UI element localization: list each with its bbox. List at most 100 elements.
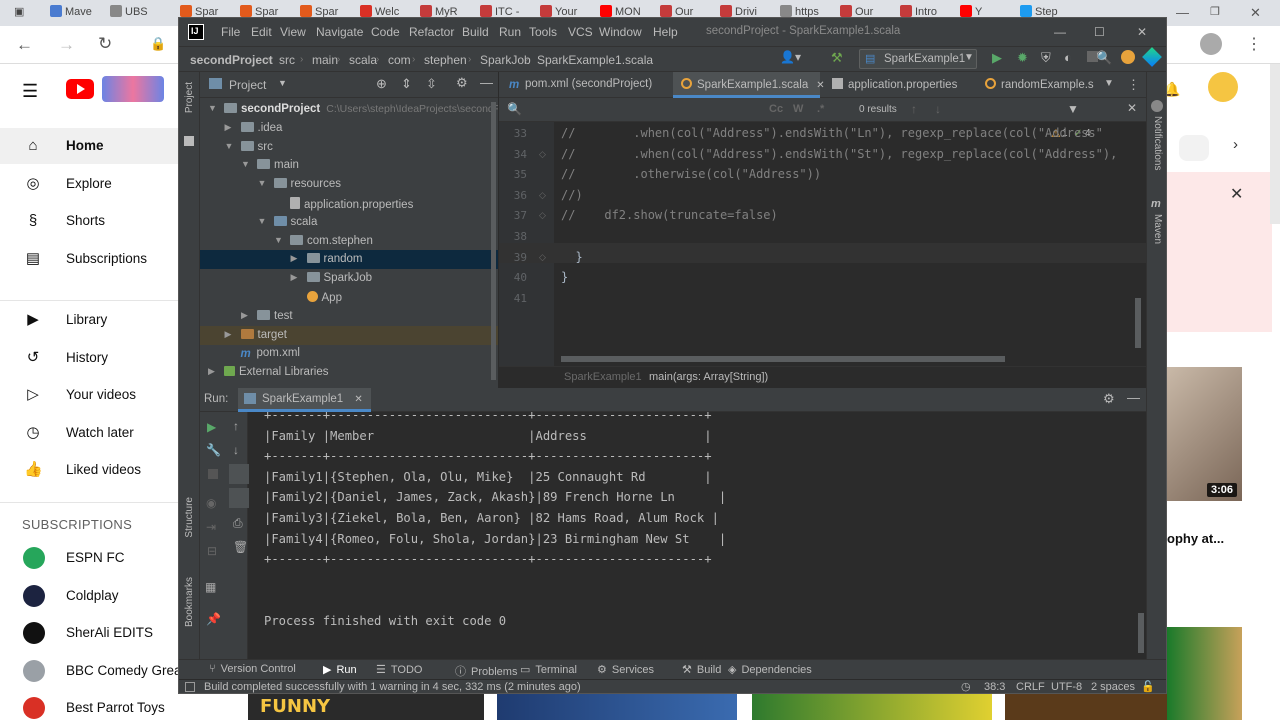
tree-node[interactable]: m pom.xml — [200, 344, 498, 363]
browser-menu-icon[interactable]: ⋮ — [1246, 34, 1262, 54]
editor-tab[interactable]: application.properties — [824, 72, 973, 98]
status-message[interactable]: Build completed successfully with 1 warn… — [204, 681, 581, 693]
lock-icon[interactable]: 🔒 — [150, 36, 166, 52]
tree-node[interactable]: ▶ External Libraries — [200, 363, 498, 382]
maximize-icon[interactable]: ☐ — [1094, 25, 1105, 39]
chevron-down-icon[interactable]: ▼ — [241, 159, 250, 169]
project-view-label[interactable]: Project — [229, 78, 266, 92]
account-avatar[interactable] — [1208, 72, 1238, 102]
nav-crumb[interactable]: scala — [349, 53, 377, 67]
nav-crumb[interactable]: SparkJob — [480, 53, 531, 67]
caret-position[interactable]: 38:3 — [984, 681, 1005, 693]
print-icon[interactable]: ⎙ — [233, 516, 243, 531]
nav-crumb[interactable]: SparkExample1.scala — [537, 53, 653, 67]
nav-crumb[interactable]: com — [388, 53, 411, 67]
chevron-down-icon[interactable]: ▼ — [1104, 78, 1114, 89]
yt-library-your-videos[interactable]: ▷ Your videos — [0, 377, 178, 413]
tree-node[interactable]: ▼ com.stephen — [200, 232, 498, 251]
editor-scrollbar[interactable] — [1135, 298, 1141, 348]
wrench-icon[interactable]: 🔧 — [206, 443, 221, 457]
yt-library-history[interactable]: ↺ History — [0, 340, 178, 376]
regex-icon[interactable]: .* — [817, 103, 824, 115]
locate-icon[interactable]: ⊕ — [376, 76, 387, 92]
file-encoding[interactable]: UTF-8 — [1051, 681, 1082, 693]
chevron-down-icon[interactable]: ▼ — [225, 141, 234, 151]
chevron-down-icon[interactable]: ▼ — [258, 178, 267, 188]
chevron-down-icon[interactable]: ▼ — [274, 235, 283, 245]
words-icon[interactable]: W — [793, 103, 803, 115]
editor-tab[interactable]: randomExample.s — [977, 72, 1099, 98]
editor-tab[interactable]: m pom.xml (secondProject) — [501, 72, 669, 98]
code-line[interactable]: // df2.show(truncate=false) — [561, 208, 778, 222]
chevron-down-icon[interactable]: ▼ — [278, 78, 287, 88]
project-scrollbar[interactable] — [491, 102, 496, 380]
chevron-down-icon[interactable]: ▼ — [208, 103, 217, 113]
subscription-item[interactable]: BBC Comedy Great — [0, 653, 185, 689]
clock-icon[interactable]: ◷ — [961, 680, 971, 693]
tree-node[interactable]: ▼ src — [200, 138, 498, 157]
gear-icon[interactable]: ⚙ — [456, 75, 468, 91]
chevron-right-icon[interactable]: ▶ — [225, 329, 232, 340]
yt-nav-explore[interactable]: ◎ Explore — [0, 166, 178, 202]
code-line[interactable]: // .otherwise(col("Address")) — [561, 167, 821, 181]
soft-wrap-icon[interactable] — [229, 464, 249, 484]
editor-tab[interactable]: SparkExample1.scala ✕ — [673, 72, 825, 98]
run-icon[interactable]: ▶ — [992, 50, 1002, 66]
scroll-down-icon[interactable]: ↓ — [233, 443, 239, 457]
notifications-tool-button[interactable]: Notifications — [1152, 116, 1163, 170]
hide-panel-icon[interactable]: — — [480, 75, 493, 90]
trash-icon[interactable]: 🗑 — [233, 540, 248, 554]
youtube-logo-icon[interactable] — [66, 79, 94, 99]
forward-arrow-icon[interactable]: → — [58, 35, 75, 55]
console-scrollbar[interactable] — [1138, 613, 1144, 653]
tool-window-version-control[interactable]: ⑂ Version Control — [209, 663, 296, 675]
horizontal-scrollbar[interactable] — [561, 356, 1005, 362]
tool-window-run[interactable]: ▶ Run — [323, 663, 357, 676]
maven-tool-button[interactable]: Maven — [1152, 214, 1163, 244]
toolbox-icon[interactable] — [1142, 47, 1162, 67]
minimize-icon[interactable]: — — [1054, 25, 1066, 39]
previous-occurrence-icon[interactable]: ↑ — [911, 102, 917, 116]
close-icon[interactable]: ✕ — [1137, 25, 1147, 39]
yt-nav-shorts[interactable]: § Shorts — [0, 203, 178, 239]
minimize-window-icon[interactable]: — — [1176, 5, 1189, 21]
indent-setting[interactable]: 2 spaces — [1091, 681, 1135, 693]
camera-icon[interactable]: ◉ — [206, 496, 216, 510]
run-configuration-select[interactable]: ▤ SparkExample1 ▼ — [859, 49, 977, 69]
expand-all-icon[interactable]: ⇕ — [401, 76, 412, 92]
restore-window-icon[interactable]: ❐ — [1210, 5, 1220, 21]
menu-navigate[interactable]: Navigate — [316, 25, 363, 39]
video-thumbnail[interactable] — [752, 694, 992, 720]
nav-crumb[interactable]: stephen — [424, 53, 467, 67]
code-line[interactable]: } — [561, 250, 582, 264]
line-separator[interactable]: CRLF — [1016, 681, 1045, 693]
yt-library-liked-videos[interactable]: 👍 Liked videos — [0, 452, 178, 488]
close-tab-icon[interactable]: ✕ — [354, 394, 362, 405]
profile-avatar[interactable] — [1200, 33, 1222, 55]
search-icon[interactable]: 🔍 — [507, 102, 522, 116]
tree-node[interactable]: ▼ scala — [200, 213, 498, 232]
tab-search-icon[interactable]: ▣ — [14, 5, 32, 21]
menu-window[interactable]: Window — [599, 25, 642, 39]
yt-library-library[interactable]: ▶ Library — [0, 302, 178, 338]
project-tool-button[interactable]: Project — [184, 82, 195, 113]
collapse-all-icon[interactable]: ⇳ — [426, 76, 437, 92]
close-find-icon[interactable]: ✕ — [1127, 101, 1137, 115]
scroll-to-end-icon[interactable] — [229, 488, 249, 508]
tool-windows-icon[interactable] — [185, 682, 195, 692]
menu-code[interactable]: Code — [371, 25, 400, 39]
export-icon[interactable]: ⇥ — [206, 520, 216, 534]
match-case-icon[interactable]: Cc — [769, 103, 783, 115]
tool-window-services[interactable]: ⚙ Services — [597, 663, 654, 676]
nav-crumb[interactable]: src — [279, 53, 295, 67]
bookmarks-tool-button[interactable]: Bookmarks — [184, 577, 195, 627]
user-icon[interactable]: 👤▾ — [780, 50, 801, 64]
rerun-icon[interactable]: ▶ — [207, 420, 216, 434]
scrollbar[interactable] — [1270, 64, 1280, 224]
tree-node[interactable]: App — [200, 288, 498, 307]
tree-node[interactable]: ▶ test — [200, 307, 498, 326]
menu-vcs[interactable]: VCS — [568, 25, 593, 39]
restore-layout-icon[interactable]: ⊟ — [207, 544, 217, 558]
filter-chip[interactable] — [1179, 135, 1209, 161]
menu-refactor[interactable]: Refactor — [409, 25, 454, 39]
